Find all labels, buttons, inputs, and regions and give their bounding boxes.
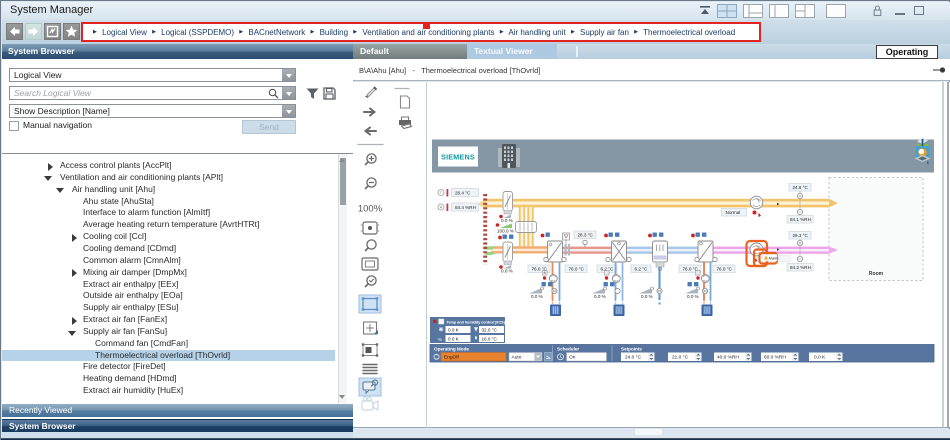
svg-text:76.0 °C: 76.0 °C xyxy=(717,267,733,272)
svg-text:0.0 K: 0.0 K xyxy=(814,355,826,361)
svg-text:Alarm: Alarm xyxy=(769,256,779,260)
svg-text:29.3 °C: 29.3 °C xyxy=(793,233,809,238)
svg-text:100.0 %: 100.0 % xyxy=(497,228,514,233)
svg-text:Setpoints: Setpoints xyxy=(621,346,642,351)
svg-text:60.0 %RH: 60.0 %RH xyxy=(764,355,786,361)
svg-text:0.0 %: 0.0 % xyxy=(501,218,513,223)
svg-text:21.0 °C: 21.0 °C xyxy=(672,355,689,361)
svg-text:0.0 %: 0.0 % xyxy=(594,294,606,299)
svg-text:0.0 %: 0.0 % xyxy=(687,294,699,299)
svg-text:76.0 °C: 76.0 °C xyxy=(569,267,585,272)
svg-text:28.4 °C: 28.4 °C xyxy=(455,190,471,195)
svg-text:28.3 °C: 28.3 °C xyxy=(578,233,594,238)
svg-text:6.2 °C: 6.2 °C xyxy=(635,267,648,272)
svg-text:24.8 °C: 24.8 °C xyxy=(793,185,809,190)
svg-text:84.4 %RH: 84.4 %RH xyxy=(455,205,476,210)
svg-text:32.0 °C: 32.0 °C xyxy=(482,327,498,332)
svg-text:0.0 K: 0.0 K xyxy=(448,327,460,332)
svg-text:100%: 100% xyxy=(358,204,383,215)
svg-text:Temp and humidity control [XCS: Temp and humidity control [XCS] xyxy=(447,320,506,325)
svg-text:Auto: Auto xyxy=(512,355,522,361)
svg-text:Operating Mode: Operating Mode xyxy=(434,346,469,351)
svg-text:84.2 %RH: 84.2 %RH xyxy=(790,265,811,270)
svg-text:24.0 °C: 24.0 °C xyxy=(625,355,642,361)
svg-text:0.0 %: 0.0 % xyxy=(641,294,653,299)
svg-text:EngOff: EngOff xyxy=(444,355,460,361)
svg-text:Room: Room xyxy=(869,271,884,277)
svg-text:0.0 %: 0.0 % xyxy=(501,268,513,273)
svg-text:Normal: Normal xyxy=(726,210,741,215)
svg-text:Scheduler: Scheduler xyxy=(557,346,579,351)
svg-text:0.0 K: 0.0 K xyxy=(448,336,460,341)
svg-text:SIEMENS: SIEMENS xyxy=(441,153,475,162)
svg-text:40.0 %RH: 40.0 %RH xyxy=(717,355,739,361)
svg-text:84.1 %RH: 84.1 %RH xyxy=(790,217,811,222)
svg-text:0.0 %: 0.0 % xyxy=(531,294,543,299)
svg-text:On: On xyxy=(569,355,576,361)
svg-text:%: % xyxy=(438,337,443,343)
svg-text:16.0 °C: 16.0 °C xyxy=(482,336,498,341)
